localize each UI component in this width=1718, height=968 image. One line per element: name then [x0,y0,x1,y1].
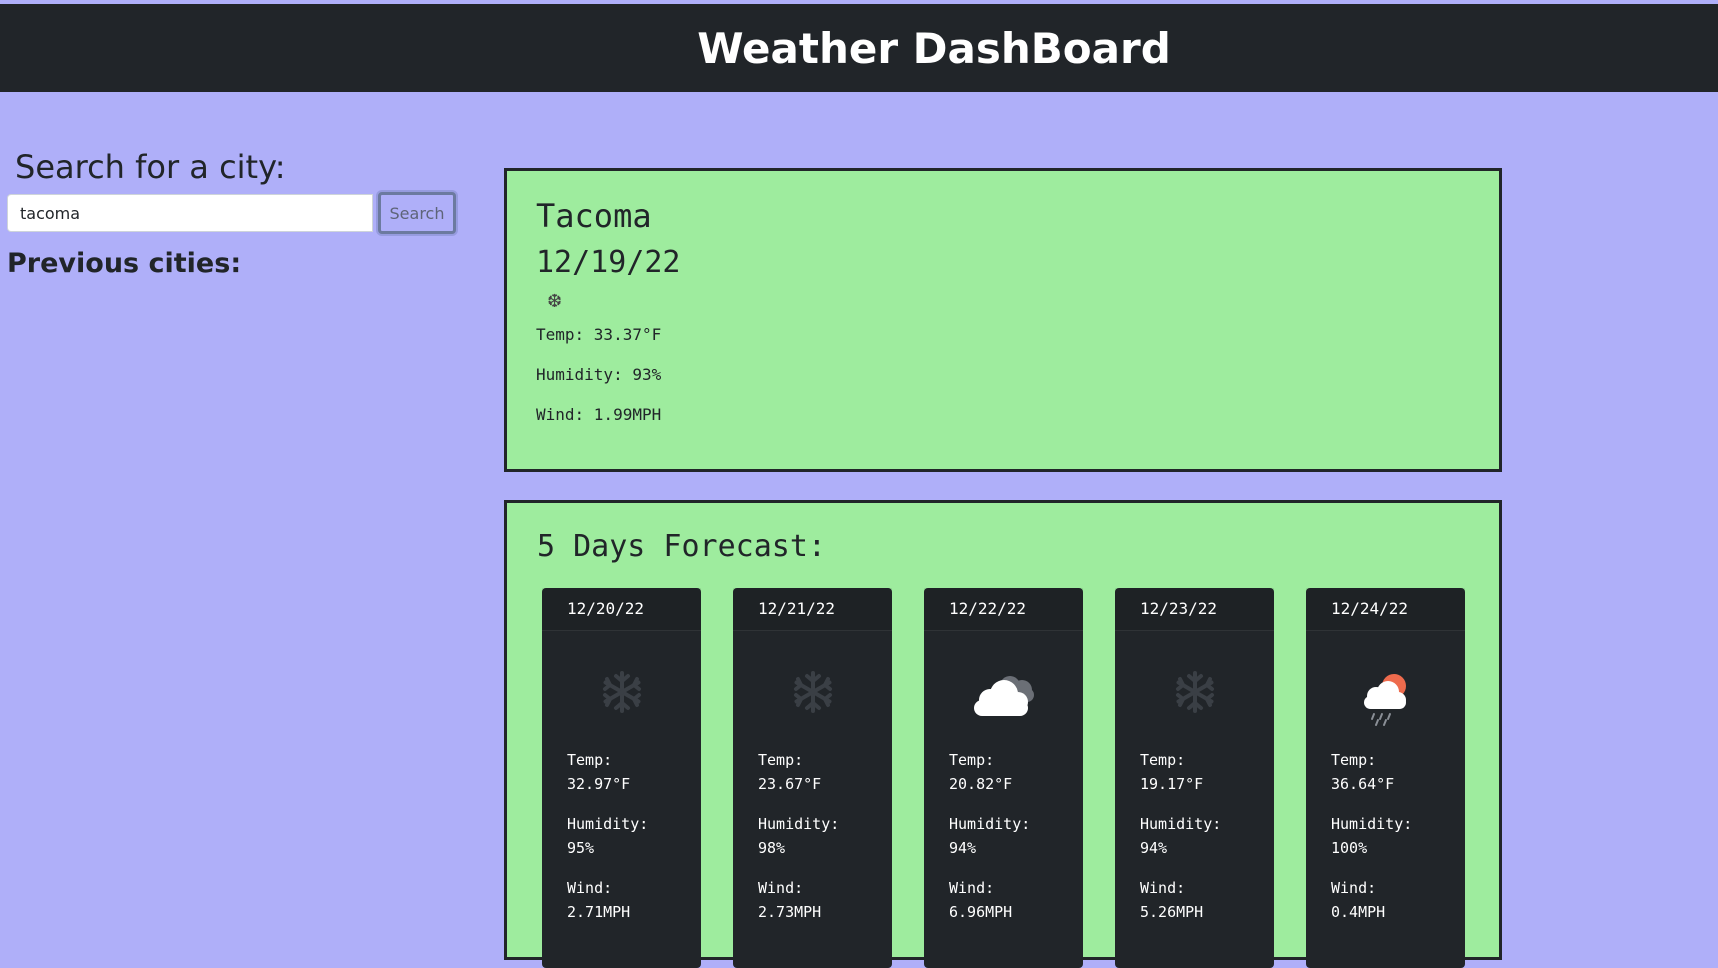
current-weather-panel: Tacoma 12/19/22 ❆ Temp: 33.37°F Humidity… [504,168,1502,472]
forecast-title: 5 Days Forecast: [537,529,826,564]
forecast-humidity-label: Humidity: [949,815,1031,833]
current-humidity: Humidity: 93% [536,365,662,384]
search-heading: Search for a city: [15,148,286,186]
forecast-card: 12/22/22 Temp: 20.82°F Humidity: 94% Win… [924,588,1083,968]
forecast-temp-label: Temp: [1331,751,1377,769]
forecast-humidity: 100% [1331,839,1368,857]
forecast-temp: 36.64°F [1331,775,1395,793]
forecast-temp-label: Temp: [567,751,613,769]
forecast-humidity: 94% [1140,839,1168,857]
previous-cities-heading: Previous cities: [7,248,242,279]
snowflake-icon [542,670,701,730]
forecast-wind: 2.71MPH [567,903,631,921]
forecast-card: 12/24/22 Temp: 36.64°F Humidity: 100% Wi… [1306,588,1465,968]
forecast-date: 12/21/22 [733,588,892,631]
page-header: Weather DashBoard [0,4,1718,92]
forecast-humidity-label: Humidity: [1331,815,1413,833]
current-city: Tacoma [536,197,652,235]
forecast-wind: 6.96MPH [949,903,1013,921]
forecast-wind-label: Wind: [949,879,995,897]
forecast-humidity: 98% [758,839,786,857]
forecast-temp-label: Temp: [758,751,804,769]
current-wind: Wind: 1.99MPH [536,405,662,424]
forecast-date: 12/20/22 [542,588,701,631]
forecast-card: 12/21/22 Temp: 23.67°F Humidity: 98% Win… [733,588,892,968]
forecast-wind-label: Wind: [1331,879,1377,897]
clouds-icon [924,670,1083,730]
forecast-humidity-label: Humidity: [758,815,840,833]
search-button[interactable]: Search [378,192,456,234]
forecast-temp: 23.67°F [758,775,822,793]
forecast-temp-label: Temp: [949,751,995,769]
forecast-temp: 20.82°F [949,775,1013,793]
forecast-card: 12/20/22 Temp: 32.97°F Humidity: 95% Win… [542,588,701,968]
current-date: 12/19/22 [536,245,681,280]
forecast-wind: 0.4MPH [1331,903,1386,921]
forecast-panel: 5 Days Forecast: 12/20/22 Temp: 32.97°F … [504,500,1502,968]
forecast-humidity-label: Humidity: [1140,815,1222,833]
forecast-humidity: 95% [567,839,595,857]
snowflake-icon [733,670,892,730]
snowflake-icon: ❆ [547,291,563,311]
forecast-date: 12/24/22 [1306,588,1465,631]
forecast-wind: 2.73MPH [758,903,822,921]
current-temp: Temp: 33.37°F [536,325,662,344]
forecast-date: 12/22/22 [924,588,1083,631]
forecast-temp: 19.17°F [1140,775,1204,793]
snowflake-icon [1115,670,1274,730]
forecast-card: 12/23/22 Temp: 19.17°F Humidity: 94% Win… [1115,588,1274,968]
forecast-humidity: 94% [949,839,977,857]
page-title: Weather DashBoard [697,23,1171,73]
city-search-input[interactable] [7,194,373,232]
forecast-wind-label: Wind: [758,879,804,897]
forecast-humidity-label: Humidity: [567,815,649,833]
forecast-wind: 5.26MPH [1140,903,1204,921]
forecast-wind-label: Wind: [1140,879,1186,897]
forecast-temp-label: Temp: [1140,751,1186,769]
sun-rain-cloud-icon [1306,670,1465,730]
forecast-date: 12/23/22 [1115,588,1274,631]
forecast-wind-label: Wind: [567,879,613,897]
forecast-temp: 32.97°F [567,775,631,793]
